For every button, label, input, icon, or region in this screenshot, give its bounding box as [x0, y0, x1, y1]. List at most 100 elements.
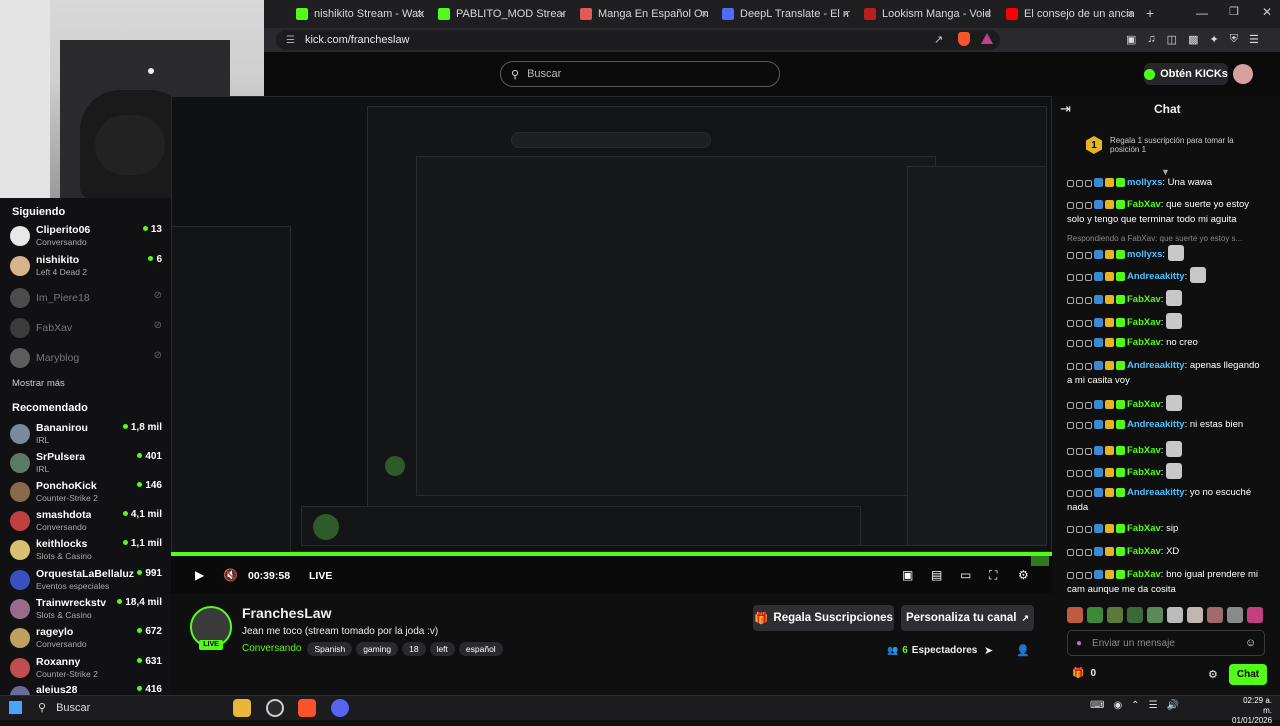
chat-emote[interactable] — [1166, 313, 1183, 329]
emote[interactable] — [1187, 607, 1203, 623]
following-channel[interactable]: nishikito Left 4 Dead 2 6 — [10, 254, 162, 282]
brave-browser-icon[interactable] — [298, 699, 316, 717]
browser-tab[interactable]: PABLITO_MOD Stream - Watch✕ — [438, 4, 566, 24]
tab-close-icon[interactable]: ✕ — [558, 9, 566, 20]
following-channel[interactable]: Im_Piere18 ⊘ — [10, 286, 162, 314]
chat-emote[interactable] — [1166, 441, 1183, 457]
recommended-channel[interactable]: Bananirou IRL 1,8 mil — [10, 422, 162, 450]
discord-app-icon[interactable] — [331, 699, 349, 717]
wallet-icon[interactable]: ▩ — [1188, 33, 1198, 46]
chat-emote[interactable] — [1167, 245, 1184, 261]
gift-subs-button[interactable]: 🎁 Regala Suscripciones — [753, 605, 894, 631]
customize-channel-button[interactable]: Personaliza tu canal ↗ — [901, 605, 1034, 631]
microphone-icon[interactable]: ● — [1076, 638, 1082, 649]
chat-username[interactable]: FabXav — [1127, 523, 1161, 534]
settings-icon[interactable]: ⚙ — [1018, 568, 1029, 582]
chat-username[interactable]: FabXav — [1127, 294, 1161, 305]
stream-progress-bar[interactable] — [171, 552, 1052, 556]
follow-user-icon[interactable]: 👤 — [1016, 644, 1030, 657]
emote[interactable] — [1227, 607, 1243, 623]
chat-username[interactable]: Andreaakitty — [1127, 487, 1185, 498]
emote[interactable] — [1127, 607, 1143, 623]
following-channel[interactable]: FabXav ⊘ — [10, 316, 162, 344]
browser-tab[interactable]: Manga En Español Online Grat✕ — [580, 4, 708, 24]
pip-icon[interactable]: ▣ — [902, 568, 913, 582]
chat-username[interactable]: FabXav — [1127, 317, 1161, 328]
fullscreen-icon[interactable]: ⛶ — [989, 568, 997, 583]
browser-tab[interactable]: Lookism Manga - Void Scans ll✕ — [864, 4, 992, 24]
address-bar[interactable]: ☰ kick.com/francheslaw — [276, 30, 1000, 50]
taskbar-clock[interactable]: 02:29 a. m. 01/01/2026 — [1232, 696, 1272, 726]
user-avatar[interactable] — [1233, 64, 1253, 84]
stream-tag[interactable]: 18 — [402, 642, 426, 656]
recommended-channel[interactable]: Roxanny Counter-Strike 2 631 — [10, 656, 162, 684]
tray-volume-icon[interactable]: 🔊 — [1167, 700, 1179, 711]
new-tab-button[interactable]: + — [1146, 5, 1154, 21]
emote[interactable] — [1147, 607, 1163, 623]
file-explorer-icon[interactable] — [233, 699, 251, 717]
chat-username[interactable]: FabXav — [1127, 467, 1161, 478]
chat-username[interactable]: mollyxs — [1127, 249, 1162, 260]
sidebar-toggle-icon[interactable]: ◫ — [1167, 33, 1177, 46]
browser-tab[interactable]: El consejo de un anciano. - You✕ — [1006, 4, 1134, 24]
chat-username[interactable]: Andreaakitty — [1127, 360, 1185, 371]
channel-name[interactable]: FranchesLaw — [242, 605, 331, 621]
collapse-chat-icon[interactable]: ⇥ — [1060, 101, 1071, 117]
tab-close-icon[interactable]: ✕ — [1126, 9, 1134, 20]
stream-tag[interactable]: left — [429, 642, 455, 656]
search-input[interactable]: ⚲ Buscar — [500, 61, 780, 87]
window-close-icon[interactable]: ✕ — [1262, 5, 1272, 19]
stream-tag[interactable]: Spanish — [307, 642, 353, 656]
share-channel-icon[interactable]: ➤ — [984, 644, 993, 657]
tab-close-icon[interactable]: ✕ — [700, 9, 708, 20]
window-minimize-icon[interactable]: — — [1196, 6, 1208, 20]
emote[interactable] — [1067, 607, 1083, 623]
emote[interactable] — [1087, 607, 1103, 623]
emote[interactable] — [1207, 607, 1223, 623]
pinned-gift-banner[interactable]: 1 Regala 1 suscripción para tomar la pos… — [1060, 130, 1272, 160]
tab-close-icon[interactable]: ✕ — [984, 9, 992, 20]
tab-close-icon[interactable]: ✕ — [842, 9, 850, 20]
emoji-picker-icon[interactable]: ☺ — [1245, 637, 1256, 649]
mini-player-icon[interactable]: ▭ — [960, 568, 971, 582]
tray-app-icon[interactable]: ◉ — [1113, 700, 1122, 711]
chat-username[interactable]: mollyxs — [1127, 177, 1162, 188]
stream-tag[interactable]: gaming — [356, 642, 399, 656]
chat-username[interactable]: FabXav — [1127, 445, 1161, 456]
live-indicator[interactable]: LIVE — [309, 570, 332, 582]
browser-tab[interactable]: nishikito Stream - Watch Live o✕ — [296, 4, 424, 24]
chat-username[interactable]: FabXav — [1127, 199, 1161, 210]
theater-icon[interactable]: ▤ — [931, 568, 942, 582]
recommended-channel[interactable]: rageylo Conversando 672 — [10, 626, 162, 654]
recommended-channel[interactable]: Trainwreckstv Slots & Casino 18,4 mil — [10, 597, 162, 625]
chat-emote[interactable] — [1189, 267, 1206, 283]
tray-keyboard-icon[interactable]: ⌨ — [1090, 700, 1104, 711]
taskbar-search[interactable]: ⚲ Buscar — [32, 698, 222, 717]
video-player[interactable] — [171, 96, 1052, 593]
recommended-channel[interactable]: PonchoKick Counter-Strike 2 146 — [10, 480, 162, 508]
stream-category[interactable]: Conversando — [242, 643, 301, 654]
emote[interactable] — [1247, 607, 1263, 623]
browser-tab[interactable]: DeepL Translate - El mejor trad✕ — [722, 4, 850, 24]
tray-chevron-icon[interactable]: ⌃ — [1131, 700, 1139, 711]
channel-points[interactable]: 🎁 0 — [1072, 668, 1096, 679]
get-kicks-button[interactable]: Obtén KICKs — [1144, 63, 1228, 85]
chat-username[interactable]: FabXav — [1127, 337, 1161, 348]
chat-username[interactable]: FabXav — [1127, 546, 1161, 557]
tray-network-icon[interactable]: ☰ — [1149, 700, 1158, 711]
chat-username[interactable]: Andreaakitty — [1127, 419, 1185, 430]
recommended-channel[interactable]: smashdota Conversando 4,1 mil — [10, 509, 162, 537]
extensions-icon[interactable]: ✦ — [1209, 33, 1218, 46]
recommended-channel[interactable]: keithlocks Slots & Casino 1,1 mil — [10, 538, 162, 566]
send-chat-button[interactable]: Chat — [1229, 664, 1267, 685]
site-info-icon[interactable]: ☰ — [286, 35, 295, 46]
stream-tag[interactable]: español — [458, 642, 503, 656]
emote[interactable] — [1167, 607, 1183, 623]
chat-emote[interactable] — [1166, 290, 1183, 306]
brave-shield-icon[interactable] — [958, 32, 970, 46]
chat-emote[interactable] — [1166, 463, 1183, 479]
windows-start-icon[interactable] — [9, 701, 22, 714]
following-channel[interactable]: Cliperito06 Conversando 13 — [10, 224, 162, 252]
recommended-channel[interactable]: SrPulsera IRL 401 — [10, 451, 162, 479]
brave-rewards-icon[interactable] — [981, 33, 993, 44]
